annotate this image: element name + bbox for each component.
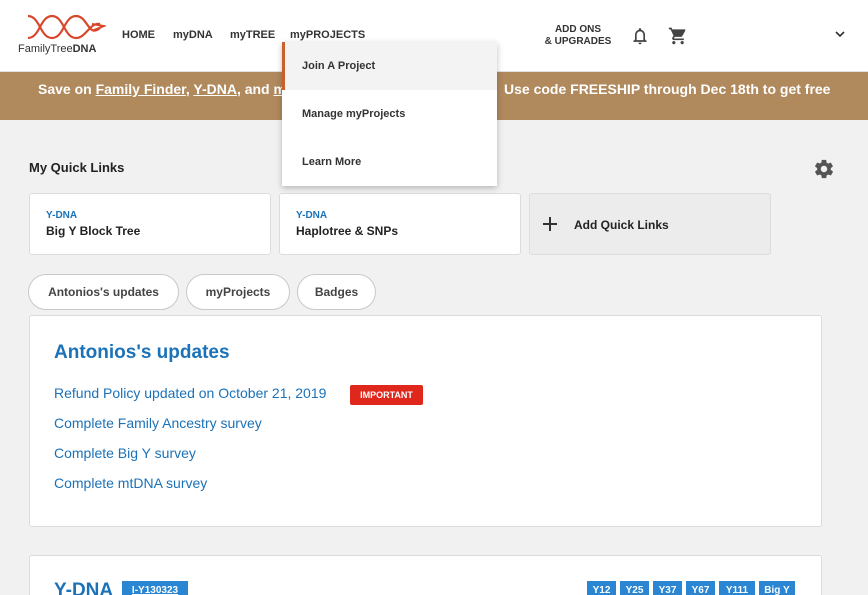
profile-menu[interactable] — [704, 8, 834, 62]
nav-home[interactable]: HOME — [122, 29, 155, 41]
nav-mytree[interactable]: myTREE — [230, 29, 275, 41]
quick-link-name: Big Y Block Tree — [46, 224, 141, 238]
chevron-down-icon[interactable] — [834, 28, 846, 40]
nav-mydna[interactable]: myDNA — [173, 29, 213, 41]
add-quick-links-label: Add Quick Links — [574, 218, 669, 232]
quick-link-big-y-block-tree[interactable]: Y-DNA Big Y Block Tree — [29, 193, 271, 255]
ydna-panel: Y-DNA I-Y130323 Y12 Y25 Y37 Y67 Y111 Big… — [29, 555, 822, 595]
dropdown-manage-myprojects[interactable]: Manage myProjects — [282, 90, 497, 138]
dropdown-join-project[interactable]: Join A Project — [282, 42, 497, 90]
familytreedna-logo[interactable]: FamilyTreeDNA — [18, 12, 108, 60]
quick-links-title: My Quick Links — [29, 160, 125, 175]
tab-badges[interactable]: Badges — [297, 274, 376, 310]
test-badge-y25[interactable]: Y25 — [620, 581, 649, 595]
nav-myprojects[interactable]: myPROJECTS — [290, 29, 365, 41]
dna-helix-icon — [27, 14, 106, 40]
gear-icon[interactable] — [813, 158, 835, 180]
addons-line2: & UPGRADES — [544, 36, 612, 47]
tab-antonios-updates[interactable]: Antonios's updates — [28, 274, 179, 310]
update-family-ancestry-survey-link[interactable]: Complete Family Ancestry survey — [54, 415, 262, 431]
promo-link-family-finder[interactable]: Family Finder — [96, 81, 186, 97]
cart-icon[interactable] — [668, 26, 688, 46]
update-refund-policy-link[interactable]: Refund Policy updated on October 21, 201… — [54, 385, 326, 401]
promo-right-text: Use code FREESHIP through Dec 18th to ge… — [504, 81, 831, 97]
important-badge: IMPORTANT — [350, 385, 423, 405]
quick-link-category: Y-DNA — [46, 210, 78, 221]
test-badge-y67[interactable]: Y67 — [686, 581, 715, 595]
promo-left-text: Save on Family Finder, Y-DNA, and m — [38, 81, 286, 97]
updates-title: Antonios's updates — [54, 342, 230, 363]
quick-link-name: Haplotree & SNPs — [296, 224, 399, 238]
promo-sep2: , and — [236, 81, 274, 97]
quick-link-category: Y-DNA — [296, 210, 328, 221]
add-quick-links-button[interactable]: Add Quick Links — [529, 193, 771, 255]
test-badge-big-y[interactable]: Big Y — [759, 581, 795, 595]
plus-icon — [543, 217, 557, 231]
tab-myprojects[interactable]: myProjects — [186, 274, 290, 310]
add-ons-upgrades-link[interactable]: ADD ONS & UPGRADES — [536, 24, 620, 48]
test-badge-y12[interactable]: Y12 — [587, 581, 616, 595]
bell-icon[interactable] — [630, 26, 650, 46]
ydna-title: Y-DNA — [54, 580, 114, 595]
updates-panel: Antonios's updates Refund Policy updated… — [29, 315, 822, 527]
myprojects-dropdown: Join A Project Manage myProjects Learn M… — [282, 42, 497, 186]
update-big-y-survey-link[interactable]: Complete Big Y survey — [54, 445, 196, 461]
test-badge-y37[interactable]: Y37 — [653, 581, 682, 595]
haplogroup-badge[interactable]: I-Y130323 — [122, 581, 188, 595]
addons-line1: ADD ONS — [554, 24, 602, 35]
quick-link-haplotree-snps[interactable]: Y-DNA Haplotree & SNPs — [279, 193, 521, 255]
logo-wordmark: FamilyTreeDNA — [18, 43, 97, 55]
promo-link-ydna[interactable]: Y-DNA — [193, 81, 237, 97]
promo-prefix: Save on — [38, 81, 96, 97]
update-mtdna-survey-link[interactable]: Complete mtDNA survey — [54, 475, 207, 491]
dropdown-learn-more[interactable]: Learn More — [282, 138, 497, 186]
test-badge-y111[interactable]: Y111 — [719, 581, 755, 595]
